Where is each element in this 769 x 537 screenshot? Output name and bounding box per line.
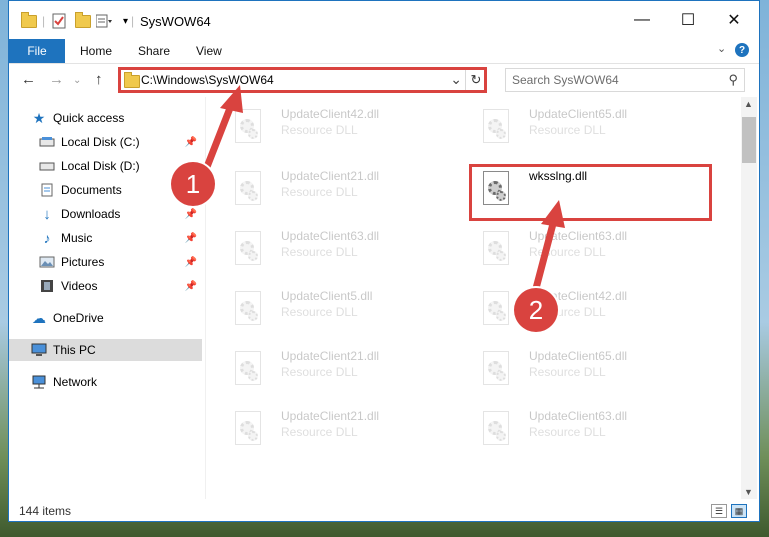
arrow-2-head bbox=[541, 200, 565, 228]
annotation-arrows bbox=[201, 85, 565, 300]
arrow-1-head bbox=[220, 85, 243, 113]
step-2-badge: 2 bbox=[514, 288, 558, 332]
arrow-1-shaft bbox=[201, 99, 236, 176]
arrow-2-shaft bbox=[530, 216, 558, 300]
step-1-badge: 1 bbox=[171, 162, 215, 206]
